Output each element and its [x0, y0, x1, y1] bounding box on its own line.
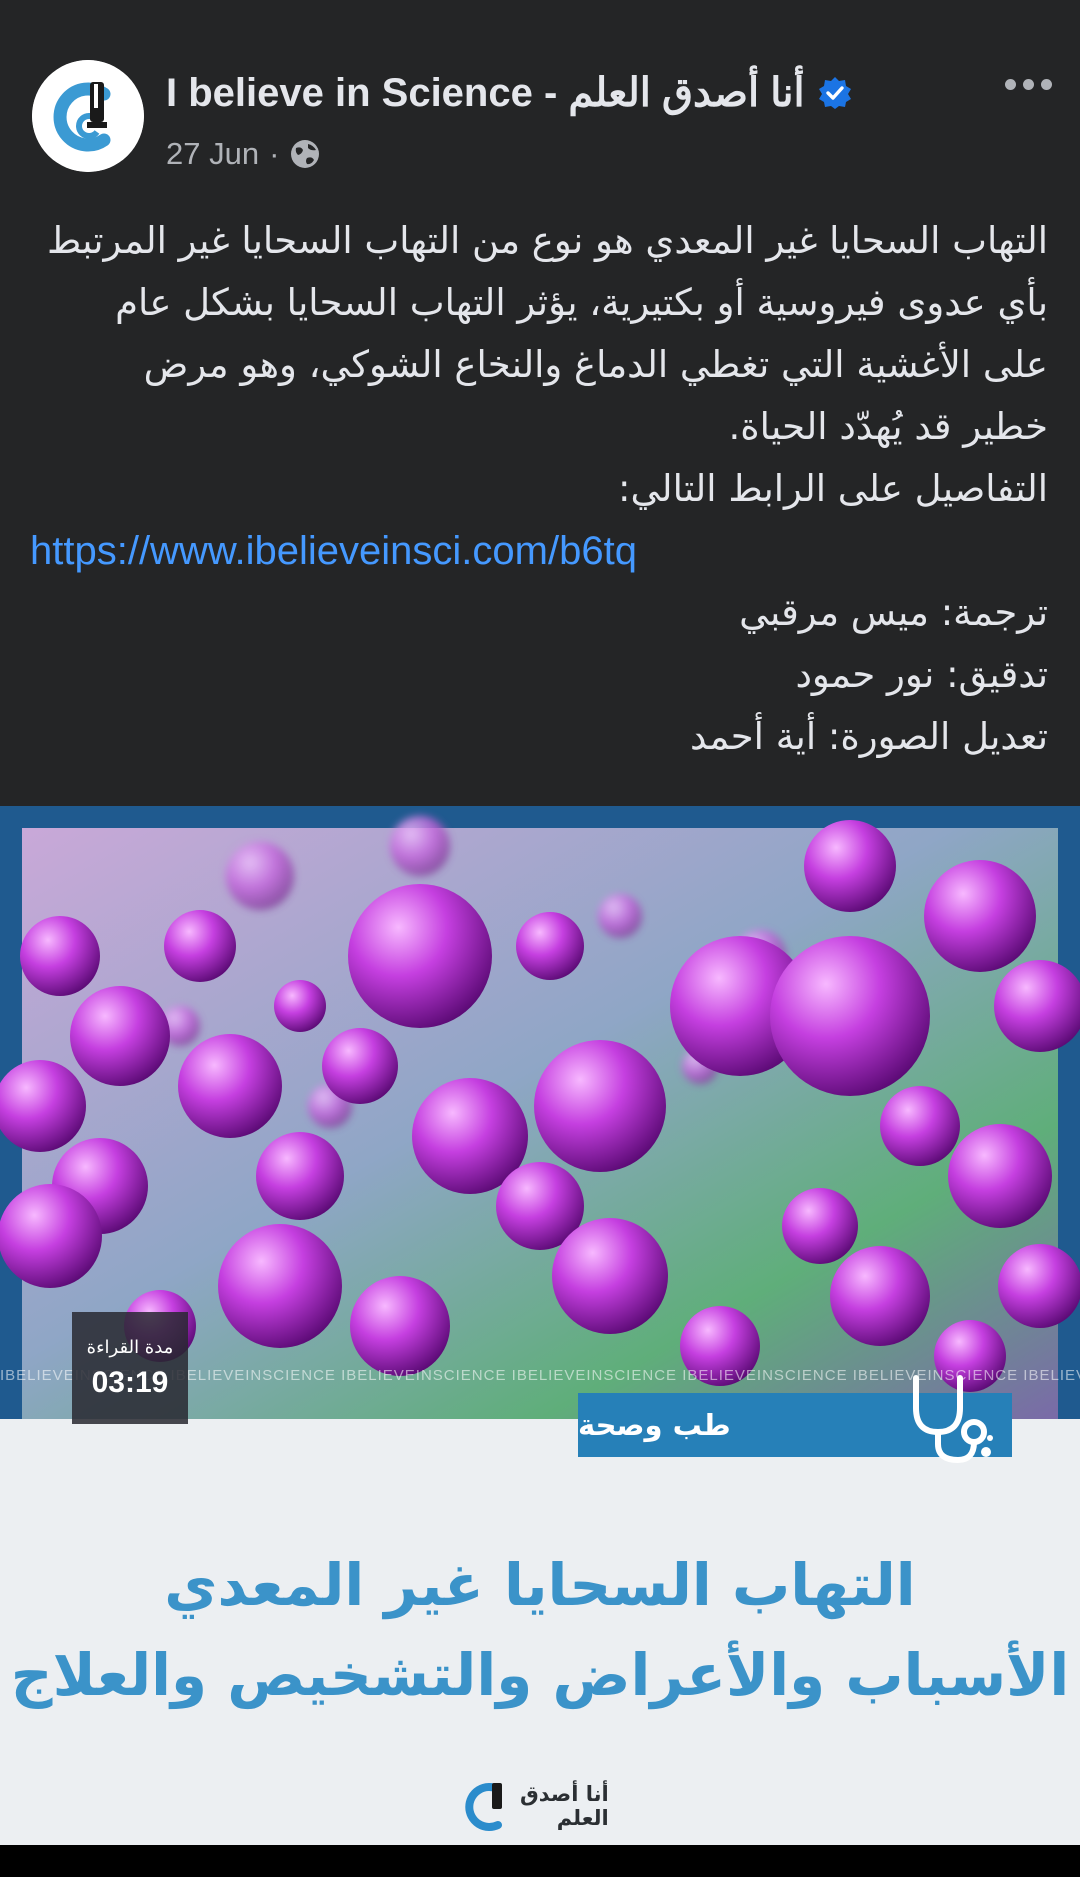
- more-options-button[interactable]: [1000, 64, 1056, 104]
- caption-line: التفاصيل على الرابط التالي:: [618, 467, 1048, 510]
- caption-line: على الأغشية التي تغطي الدماغ والنخاع الش…: [143, 343, 1048, 386]
- post-meta: 27 Jun ·: [166, 134, 321, 174]
- reading-time-label: مدة القراءة: [86, 1336, 174, 1358]
- reading-time-badge: مدة القراءة 03:19: [72, 1312, 188, 1424]
- category-label: طب وصحة: [578, 1408, 731, 1442]
- brand-text-line: أنا أصدق: [520, 1782, 609, 1806]
- more-dot: [1004, 78, 1016, 90]
- credit-image-edit: تعديل الصورة: أية أحمد: [689, 715, 1048, 758]
- brand-logo-icon: [465, 1783, 502, 1831]
- more-dot: [1040, 78, 1052, 90]
- article-title: التهاب السحايا غير المعدي: [164, 1551, 916, 1619]
- page-avatar[interactable]: [32, 60, 144, 172]
- more-dot: [1022, 78, 1034, 90]
- brand-text-line: العلم: [556, 1806, 609, 1830]
- caption-line: التهاب السحايا غير المعدي هو نوع من الته…: [46, 219, 1048, 262]
- reading-time-value: 03:19: [91, 1365, 169, 1399]
- page-name-text[interactable]: I believe in Science - أنا أصدق العلم: [166, 70, 805, 116]
- post-image[interactable]: IBELIEVEINSCIENCE IBELIEVEINSCIENCE IBEL…: [0, 806, 1080, 1845]
- article-link[interactable]: https://www.ibelieveinsci.com/b6tq: [30, 520, 1048, 582]
- article-subtitle: الأسباب والأعراض والتشخيص والعلاج: [10, 1641, 1070, 1709]
- brand-watermark-logo: أنا أصدق العلم: [464, 1774, 624, 1838]
- globe-icon[interactable]: [289, 138, 321, 170]
- post-header: I believe in Science - أنا أصدق العلم 27…: [0, 0, 1080, 190]
- screen-bottom-bar: [0, 1845, 1080, 1877]
- brand-text: أنا أصدق العلم: [520, 1782, 609, 1830]
- caption-line: خطير قد يُهدّد الحياة.: [728, 405, 1048, 448]
- post-caption: التهاب السحايا غير المعدي هو نوع من الته…: [30, 210, 1048, 768]
- credit-review: تدقيق: نور حمود: [795, 653, 1048, 696]
- meta-separator: ·: [269, 136, 280, 171]
- credit-translation: ترجمة: ميس مرقبي: [739, 591, 1048, 634]
- verified-badge-icon: [818, 77, 851, 109]
- facebook-post: I believe in Science - أنا أصدق العلم 27…: [0, 0, 1080, 1877]
- stethoscope-icon: [913, 1375, 993, 1464]
- caption-line: بأي عدوى فيروسية أو بكتيرية، يؤثر التهاب…: [115, 281, 1048, 324]
- brand-logo-icon: [32, 60, 144, 172]
- page-name[interactable]: I believe in Science - أنا أصدق العلم: [166, 68, 906, 118]
- post-date[interactable]: 27 Jun: [166, 136, 259, 172]
